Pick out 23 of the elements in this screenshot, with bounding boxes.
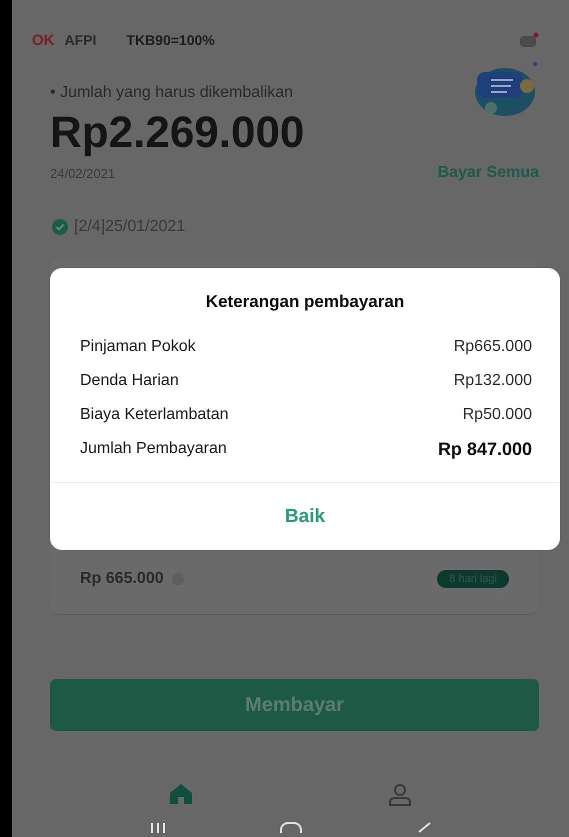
row-value: Rp50.000 — [462, 406, 532, 424]
row-label: Denda Harian — [80, 372, 179, 390]
row-value: Rp132.000 — [454, 372, 532, 390]
person-icon[interactable] — [388, 783, 412, 807]
installment-amount: Rp 665.000 — [80, 570, 164, 588]
row-value: Rp 847.000 — [438, 438, 532, 460]
ok-button[interactable]: Baik — [50, 482, 560, 550]
message-icon[interactable] — [519, 32, 539, 48]
total-amount: Rp2.269.000 — [50, 108, 306, 158]
home-icon[interactable] — [169, 783, 194, 805]
row-label: Jumlah Pembayaran — [80, 440, 227, 458]
pay-button[interactable]: Membayar — [50, 679, 539, 731]
amount-label: • Jumlah yang harus dikembalikan — [50, 84, 294, 102]
pay-all-link[interactable]: Bayar Semua — [438, 164, 539, 182]
back-icon[interactable] — [416, 821, 432, 833]
row-label: Pinjaman Pokok — [80, 338, 196, 356]
row-value: Rp665.000 — [454, 338, 532, 356]
row-label: Biaya Keterlambatan — [80, 406, 229, 424]
recent-apps-icon[interactable] — [148, 821, 167, 833]
ojk-logo: OK — [32, 32, 54, 48]
dialog-title: Keterangan pembayaran — [204, 291, 406, 313]
afpi-logo: AFPI — [64, 32, 96, 48]
tkb-text: TKB90=100% — [126, 32, 215, 48]
